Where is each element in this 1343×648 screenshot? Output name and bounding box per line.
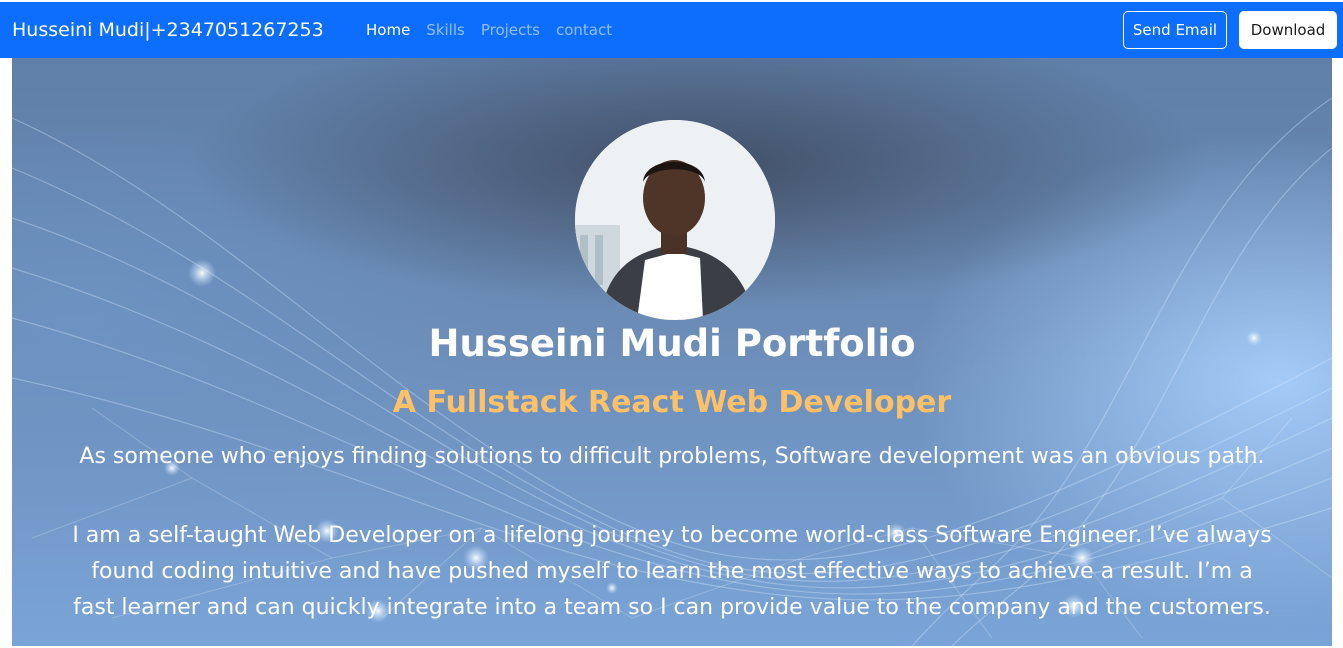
brand-title[interactable]: Husseini Mudi|+2347051267253 [12, 2, 324, 58]
bio-paragraph: I am a self-taught Web Developer on a li… [72, 523, 1272, 620]
profile-photo [575, 120, 775, 320]
page-title: Husseini Mudi Portfolio [428, 322, 916, 365]
nav-link-projects[interactable]: Projects [481, 21, 540, 39]
nav-link-home[interactable]: Home [366, 21, 410, 39]
nav-link-contact[interactable]: contact [556, 21, 612, 39]
page-subtitle: A Fullstack React Web Developer [392, 385, 952, 420]
hero-section: Husseini Mudi Portfolio A Fullstack Reac… [12, 58, 1332, 646]
intro-text: As someone who enjoys finding solutions … [79, 444, 1265, 469]
top-navbar: Husseini Mudi|+2347051267253 Home Skills… [0, 2, 1343, 58]
download-button[interactable]: Download [1239, 11, 1337, 49]
nav-links: Home Skills Projects contact [366, 2, 612, 58]
nav-link-skills[interactable]: Skills [426, 21, 465, 39]
send-email-button[interactable]: Send Email [1123, 11, 1227, 49]
